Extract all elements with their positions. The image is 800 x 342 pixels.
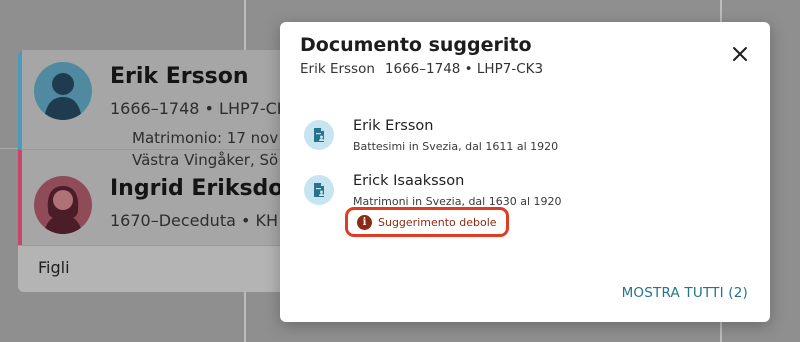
weak-suggestion-badge: i Suggerimento debole: [345, 207, 509, 237]
info-icon: i: [357, 214, 372, 230]
tree-connector-line: [0, 148, 20, 149]
document-person-icon: [304, 120, 334, 150]
dialog-subtitle: Erik Ersson 1666–1748 • LHP7-CK3: [300, 61, 543, 77]
dialog-title: Documento suggerito: [300, 34, 532, 56]
badge-label: Suggerimento debole: [378, 215, 497, 229]
marriage-place: Västra Vingåker, Sö: [132, 151, 279, 169]
record-name[interactable]: Erik Ersson: [353, 118, 433, 134]
wife-name[interactable]: Ingrid Eriksdot: [110, 176, 294, 201]
wife-dates: 1670–Deceduta • KH: [110, 211, 279, 230]
marriage-info: Matrimonio: 17 nov Västra Vingåker, Sö: [132, 127, 278, 171]
suggested-record-dialog: Documento suggerito Erik Ersson 1666–1748…: [280, 22, 770, 322]
marriage-date: Matrimonio: 17 nov: [132, 129, 279, 147]
record-name[interactable]: Erick Isaaksson: [353, 173, 464, 189]
show-all-button[interactable]: MOSTRA TUTTI (2): [622, 285, 748, 301]
record-collection: Battesimi in Svezia, dal 1611 al 1920: [353, 140, 559, 153]
husband-dates: 1666–1748 • LHP7-CK3: [110, 99, 298, 118]
close-icon[interactable]: [728, 42, 752, 66]
husband-name[interactable]: Erik Ersson: [110, 64, 249, 89]
female-avatar-icon: [34, 176, 92, 234]
subtitle-person-name: Erik Ersson: [300, 61, 375, 77]
document-person-icon: [304, 175, 334, 205]
male-avatar-icon: [34, 62, 92, 120]
subtitle-person-details: 1666–1748 • LHP7-CK3: [384, 61, 544, 77]
children-label: Figli: [38, 258, 70, 277]
